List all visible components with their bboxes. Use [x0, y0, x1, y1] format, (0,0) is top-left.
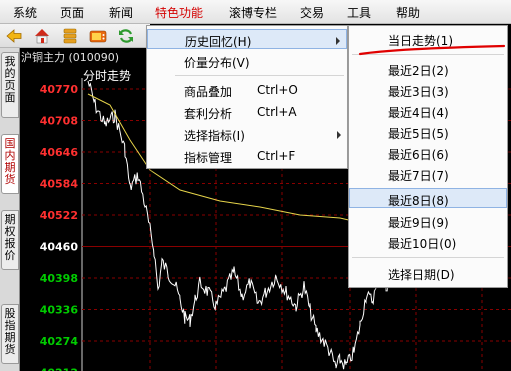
chart-title: 分时走势 — [83, 69, 132, 83]
select-date-label: 选择日期(D) — [388, 268, 455, 282]
arbitrage-shortcut: Ctrl+A — [257, 105, 297, 119]
refresh-icon[interactable] — [117, 27, 135, 45]
menu-item-select-indicator[interactable]: 选择指标(I) — [147, 124, 347, 144]
price-label: 40584 — [40, 178, 79, 191]
menu-news[interactable]: 新闻 — [109, 4, 133, 21]
history-submenu: 当日走势(1) 最近2日(2) 最近3日(3) 最近4日(4) 最近5日(5) … — [348, 25, 508, 288]
menu-item-history-recall[interactable]: 历史回忆(H) — [147, 29, 347, 49]
tab-domestic-futures[interactable]: 国内期货 — [1, 134, 19, 194]
volume-distribution-label: 价量分布(V) — [184, 56, 250, 70]
9days-label: 最近9日(9) — [388, 216, 449, 230]
tab-my-pages-label: 我的页面 — [4, 55, 16, 104]
menu-divider — [175, 75, 344, 76]
menu-features[interactable]: 特色功能 — [155, 4, 203, 21]
3days-label: 最近3日(3) — [388, 85, 449, 99]
submenu-item-3days[interactable]: 最近3日(3) — [349, 80, 507, 100]
submenu-arrow-icon — [337, 131, 341, 139]
menu-item-arbitrage[interactable]: 套利分析 Ctrl+A — [147, 102, 347, 122]
tab-my-pages[interactable]: 我的页面 — [1, 52, 19, 118]
indicator-management-shortcut: Ctrl+F — [257, 149, 296, 163]
price-label: 40708 — [40, 115, 78, 128]
submenu-item-7days[interactable]: 最近7日(7) — [349, 164, 507, 184]
history-recall-label: 历史回忆(H) — [185, 35, 252, 49]
back-arrow-icon[interactable] — [5, 27, 23, 45]
submenu-arrow-icon — [336, 37, 340, 45]
submenu-item-5days[interactable]: 最近5日(5) — [349, 122, 507, 142]
submenu-item-4days[interactable]: 最近4日(4) — [349, 101, 507, 121]
tab-index-futures[interactable]: 股指期货 — [1, 304, 19, 364]
overlay-label: 商品叠加 — [184, 85, 233, 99]
home-icon[interactable] — [33, 27, 51, 45]
feature-menu: 历史回忆(H) 价量分布(V) 商品叠加 Ctrl+O 套利分析 Ctrl+A … — [146, 25, 348, 169]
menu-page[interactable]: 页面 — [60, 4, 84, 21]
menu-item-overlay[interactable]: 商品叠加 Ctrl+O — [147, 80, 347, 100]
submenu-item-10days[interactable]: 最近10日(0) — [349, 232, 507, 252]
symbol-title: 沪铜主力 (010090) — [21, 51, 120, 64]
left-tab-bar: 我的页面 国内期货 期权报价 股指期货 — [0, 48, 20, 371]
menu-tools[interactable]: 工具 — [347, 4, 371, 21]
price-label: 40274 — [40, 335, 79, 348]
tv-icon[interactable] — [89, 27, 107, 45]
price-label: 40522 — [40, 209, 78, 222]
menu-columns[interactable]: 滚博专栏 — [229, 4, 277, 21]
price-label: 40770 — [40, 83, 79, 96]
select-indicator-label: 选择指标(I) — [184, 129, 245, 143]
menu-item-indicator-management[interactable]: 指标管理 Ctrl+F — [147, 146, 347, 166]
menu-system[interactable]: 系统 — [13, 4, 37, 21]
menu-help[interactable]: 帮助 — [396, 4, 420, 21]
toolbar — [0, 24, 150, 48]
tab-index-futures-label: 股指期货 — [4, 307, 16, 356]
submenu-item-select-date[interactable]: 选择日期(D) — [349, 263, 507, 283]
5days-label: 最近5日(5) — [388, 127, 449, 141]
arbitrage-label: 套利分析 — [184, 107, 233, 121]
tab-options-quotes[interactable]: 期权报价 — [1, 210, 19, 270]
4days-label: 最近4日(4) — [388, 106, 449, 120]
overlay-shortcut: Ctrl+O — [257, 83, 298, 97]
tab-domestic-futures-label: 国内期货 — [4, 137, 16, 186]
submenu-item-9days[interactable]: 最近9日(9) — [349, 211, 507, 231]
price-label: 40336 — [40, 304, 79, 317]
price-label: 40646 — [40, 146, 79, 159]
8days-label: 最近8日(8) — [388, 194, 449, 208]
stack-icon[interactable] — [61, 27, 79, 45]
tab-options-quotes-label: 期权报价 — [4, 213, 16, 262]
2days-label: 最近2日(2) — [388, 64, 449, 78]
10days-label: 最近10日(0) — [388, 237, 457, 251]
menu-trade[interactable]: 交易 — [300, 4, 324, 21]
price-label: 40460 — [40, 241, 79, 254]
submenu-item-6days[interactable]: 最近6日(6) — [349, 143, 507, 163]
indicator-management-label: 指标管理 — [184, 151, 233, 165]
menu-divider — [352, 257, 504, 258]
7days-label: 最近7日(7) — [388, 169, 449, 183]
6days-label: 最近6日(6) — [388, 148, 449, 162]
menu-item-volume-distribution[interactable]: 价量分布(V) — [147, 51, 347, 71]
submenu-item-2days[interactable]: 最近2日(2) — [349, 59, 507, 79]
red-underline-annotation — [358, 44, 506, 56]
price-label: 40212 — [40, 367, 78, 371]
price-label: 40398 — [40, 272, 78, 285]
menu-bar: 系统 页面 新闻 特色功能 滚博专栏 交易 工具 帮助 — [0, 0, 511, 24]
submenu-item-8days[interactable]: 最近8日(8) — [349, 188, 507, 208]
